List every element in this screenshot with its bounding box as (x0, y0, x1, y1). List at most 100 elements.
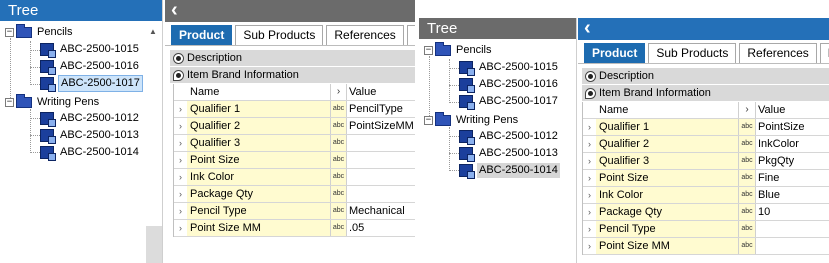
tab-overflow[interactable]: Re (406, 25, 415, 45)
collapse-icon[interactable]: − (424, 46, 433, 55)
folder-label: Writing Pens (456, 114, 519, 126)
tree-item[interactable]: ABC-2500-1013 (459, 145, 560, 162)
back-bar: ‹ (578, 18, 829, 40)
property-value[interactable]: Blue (756, 187, 780, 203)
expand-icon[interactable]: › (583, 204, 596, 220)
back-bar: ‹ (165, 0, 415, 22)
tree-folder-writing-pens[interactable]: − Writing Pens (424, 112, 520, 129)
tree-folder-pencils[interactable]: − Pencils (424, 42, 493, 59)
property-value[interactable]: Fine (756, 170, 779, 186)
table-row[interactable]: › Package Qty abc (174, 186, 415, 203)
table-row[interactable]: › Point Size abc (174, 152, 415, 169)
chevron-right-icon[interactable]: › (739, 102, 756, 118)
tree-item[interactable]: ABC-2500-1012 (40, 110, 141, 127)
chevron-right-icon[interactable]: › (331, 84, 347, 100)
table-row[interactable]: › Qualifier 3 abc PkgQty (583, 153, 829, 170)
table-row[interactable]: › Point Size MM abc .05 (174, 220, 415, 237)
expand-icon[interactable]: › (583, 187, 596, 203)
expand-icon[interactable]: › (174, 203, 187, 219)
table-row[interactable]: › Ink Color abc (174, 169, 415, 186)
scroll-up-arrow-icon[interactable]: ▲ (149, 27, 157, 36)
value-header[interactable]: Value (756, 102, 785, 118)
tree-folder-writing-pens[interactable]: − Writing Pens (5, 94, 101, 111)
tree-folder-pencils[interactable]: − Pencils (5, 24, 74, 41)
property-value[interactable]: Mechanical (347, 203, 405, 219)
table-row[interactable]: › Qualifier 2 abc PointSizeMM (174, 118, 415, 135)
table-row[interactable]: › Ink Color abc Blue (583, 187, 829, 204)
expand-icon[interactable]: › (583, 221, 596, 237)
table-row[interactable]: › Qualifier 1 abc PencilType (174, 101, 415, 118)
expand-icon[interactable]: › (174, 152, 187, 168)
property-value[interactable]: PkgQty (756, 153, 794, 169)
expand-icon[interactable]: › (174, 186, 187, 202)
property-value[interactable] (347, 186, 349, 202)
property-value[interactable] (347, 135, 349, 151)
table-row[interactable]: › Package Qty abc 10 (583, 204, 829, 221)
tab-overflow[interactable]: Ref (819, 43, 829, 63)
name-header[interactable]: Name (596, 102, 739, 118)
section-description[interactable]: Description (170, 50, 415, 67)
tree-item-label: ABC-2500-1014 (477, 163, 560, 178)
tab-sub-products[interactable]: Sub Products (235, 25, 324, 45)
section-brand[interactable]: Item Brand Information (170, 67, 415, 84)
tab-references[interactable]: References (739, 43, 817, 63)
table-row[interactable]: › Point Size MM abc (583, 238, 829, 255)
property-name: Package Qty (596, 204, 739, 220)
tab-references[interactable]: References (326, 25, 404, 45)
chevron-left-icon[interactable]: ‹ (584, 18, 591, 39)
table-row[interactable]: › Qualifier 2 abc InkColor (583, 136, 829, 153)
tree-item-selected[interactable]: ABC-2500-1014 (459, 162, 560, 179)
property-value[interactable] (347, 169, 349, 185)
tree-item-label: ABC-2500-1012 (479, 130, 558, 142)
table-row[interactable]: › Qualifier 3 abc (174, 135, 415, 152)
section-description[interactable]: Description (582, 68, 829, 85)
expand-icon[interactable]: › (174, 169, 187, 185)
collapse-icon[interactable]: − (5, 28, 14, 37)
expand-icon[interactable]: › (174, 101, 187, 117)
expand-icon[interactable]: › (583, 119, 596, 135)
product-icon (459, 61, 475, 76)
tree-item[interactable]: ABC-2500-1015 (459, 59, 560, 76)
tree-item-selected[interactable]: ABC-2500-1017 (40, 75, 143, 92)
expand-icon[interactable]: › (174, 135, 187, 151)
tree-item[interactable]: ABC-2500-1012 (459, 128, 560, 145)
property-value[interactable] (347, 152, 349, 168)
value-header[interactable]: Value (347, 84, 376, 100)
chevron-left-icon[interactable]: ‹ (171, 0, 178, 21)
tree-item[interactable]: ABC-2500-1016 (459, 76, 560, 93)
expand-icon[interactable]: › (583, 238, 596, 254)
expand-icon[interactable]: › (174, 118, 187, 134)
table-row[interactable]: › Qualifier 1 abc PointSize (583, 119, 829, 136)
property-value[interactable]: InkColor (756, 136, 799, 152)
expand-icon[interactable]: › (583, 153, 596, 169)
tree-item[interactable]: ABC-2500-1013 (40, 127, 141, 144)
scrollbar[interactable] (146, 226, 162, 263)
table-row[interactable]: › Pencil Type abc Mechanical (174, 203, 415, 220)
tree-item[interactable]: ABC-2500-1017 (459, 93, 560, 110)
expand-icon[interactable]: › (174, 220, 187, 236)
property-value[interactable]: 10 (756, 204, 770, 220)
property-value[interactable] (756, 221, 758, 237)
collapse-icon[interactable]: − (424, 116, 433, 125)
tab-product[interactable]: Product (171, 25, 233, 45)
property-value[interactable] (756, 238, 758, 254)
property-value[interactable]: PointSize (756, 119, 804, 135)
product-icon (40, 43, 56, 58)
tree-item[interactable]: ABC-2500-1016 (40, 58, 141, 75)
property-value[interactable]: PencilType (347, 101, 403, 117)
tab-product[interactable]: Product (584, 43, 646, 63)
property-name: Pencil Type (187, 203, 331, 219)
tree-item[interactable]: ABC-2500-1014 (40, 144, 141, 161)
table-row[interactable]: › Pencil Type abc (583, 221, 829, 238)
table-row[interactable]: › Point Size abc Fine (583, 170, 829, 187)
tab-sub-products[interactable]: Sub Products (648, 43, 737, 63)
folder-label: Pencils (456, 44, 492, 56)
expand-icon[interactable]: › (583, 170, 596, 186)
section-brand[interactable]: Item Brand Information (582, 85, 829, 102)
expand-icon[interactable]: › (583, 136, 596, 152)
property-value[interactable]: PointSizeMM (347, 118, 414, 134)
property-value[interactable]: .05 (347, 220, 364, 236)
name-header[interactable]: Name (187, 84, 331, 100)
collapse-icon[interactable]: − (5, 98, 14, 107)
tree-item[interactable]: ABC-2500-1015 (40, 41, 141, 58)
